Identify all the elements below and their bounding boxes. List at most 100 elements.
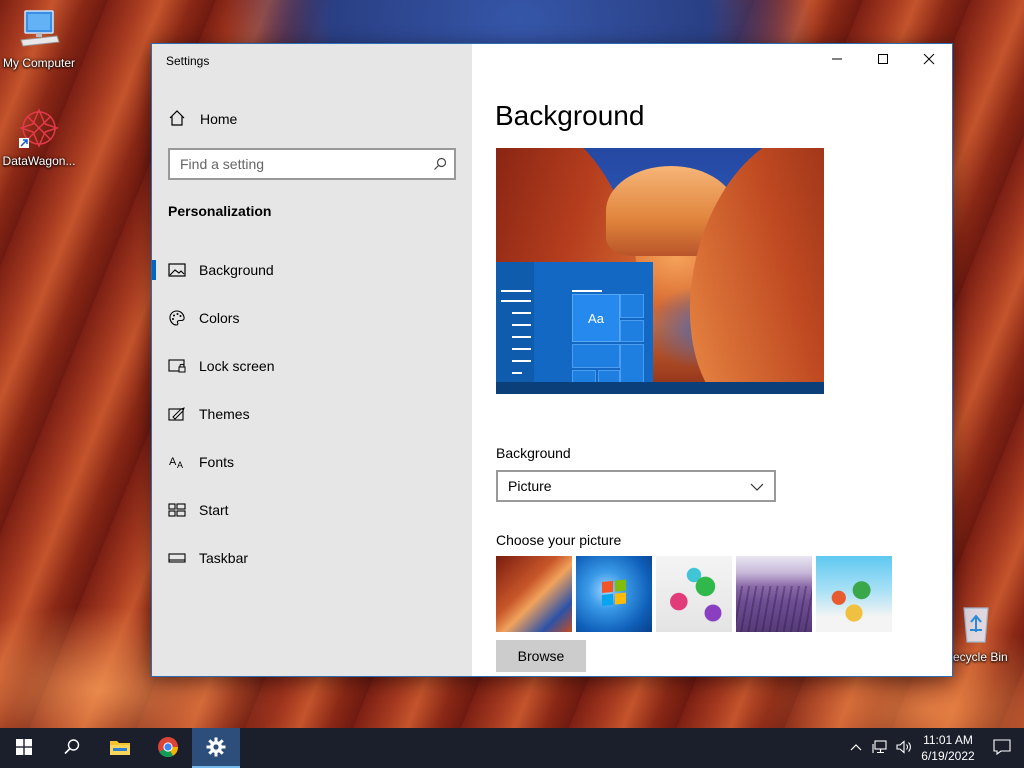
taskbar-file-explorer[interactable] (96, 728, 144, 768)
nav-item-colors[interactable]: Colors (152, 298, 472, 338)
search-box[interactable] (168, 148, 456, 180)
background-type-dropdown[interactable]: Picture (496, 470, 776, 502)
maximize-button[interactable] (860, 44, 906, 76)
dropdown-selected-value: Picture (508, 478, 552, 494)
nav-item-taskbar[interactable]: Taskbar (152, 538, 472, 578)
start-icon (168, 501, 186, 519)
taskbar-settings[interactable] (192, 728, 240, 768)
clock-date: 6/19/2022 (921, 749, 975, 763)
home-icon (168, 109, 186, 130)
taskbar: 11:01 AM 6/19/2022 (0, 728, 1024, 768)
close-icon (923, 52, 935, 68)
picture-icon (168, 261, 186, 279)
computer-icon (17, 8, 61, 52)
window-caption-buttons (814, 44, 952, 76)
preview-menu-line (501, 290, 531, 292)
windows-logo-icon (602, 579, 626, 606)
preview-menu-line (501, 300, 531, 302)
windows-start-icon (16, 738, 32, 758)
close-button[interactable] (906, 44, 952, 76)
preview-menu-line (512, 324, 531, 326)
nav-item-label: Start (199, 502, 229, 518)
preview-menu-line (572, 290, 602, 292)
taskbar-clock[interactable]: 11:01 AM 6/19/2022 (916, 732, 980, 764)
network-button[interactable] (868, 728, 892, 768)
datawagon-logo-icon (17, 106, 61, 150)
chrome-icon (157, 736, 179, 761)
preview-menu-line (512, 336, 531, 338)
preview-menu-line (512, 372, 522, 374)
search-icon (63, 738, 81, 759)
preview-menu-line (512, 348, 531, 350)
search-icon[interactable] (426, 157, 454, 171)
nav-item-label: Background (199, 262, 274, 278)
system-tray: 11:01 AM 6/19/2022 (844, 728, 1024, 768)
volume-button[interactable] (892, 728, 916, 768)
folder-icon (109, 738, 131, 759)
settings-window: Settings Home Personalization Background (151, 43, 953, 677)
settings-content-pane: Background Aa Background Picture Choose … (472, 44, 952, 676)
choose-picture-label: Choose your picture (496, 532, 622, 548)
fonts-icon: AA (168, 453, 186, 471)
nav-home-label: Home (200, 111, 238, 127)
recycle-bin-icon (954, 602, 998, 646)
nav-item-label: Themes (199, 406, 250, 422)
desktop-preview: Aa (496, 148, 824, 394)
preview-tile-aa: Aa (572, 294, 620, 342)
nav-item-background[interactable]: Background (152, 250, 472, 290)
nav-item-label: Taskbar (199, 550, 249, 566)
preview-taskbar (496, 382, 824, 394)
preview-menu-line (512, 360, 531, 362)
start-button[interactable] (0, 728, 48, 768)
desktop-icon-label: My Computer (2, 56, 76, 70)
minimize-icon (831, 52, 843, 68)
notification-icon (993, 738, 1011, 758)
taskbar-icon (168, 549, 186, 567)
preview-start-column (496, 262, 534, 394)
gear-icon (206, 737, 226, 760)
picture-thumbnail[interactable] (736, 556, 812, 632)
browse-button[interactable]: Browse (496, 640, 586, 672)
network-icon (872, 739, 888, 757)
desktop-icon-my-computer[interactable]: My Computer (0, 8, 81, 70)
background-type-label: Background (496, 445, 571, 461)
nav-item-start[interactable]: Start (152, 490, 472, 530)
preview-tile (572, 344, 620, 368)
nav-item-fonts[interactable]: AA Fonts (152, 442, 472, 482)
settings-nav-pane: Settings Home Personalization Background (152, 44, 472, 676)
chevron-down-icon (750, 480, 764, 496)
nav-item-label: Lock screen (199, 358, 275, 374)
taskbar-search-button[interactable] (48, 728, 96, 768)
preview-tile (620, 294, 644, 318)
picture-thumbnail[interactable] (816, 556, 892, 632)
nav-item-lock-screen[interactable]: Lock screen (152, 346, 472, 386)
action-center-button[interactable] (980, 728, 1024, 768)
clock-time: 11:01 AM (923, 733, 973, 747)
taskbar-chrome[interactable] (144, 728, 192, 768)
maximize-icon (877, 52, 889, 68)
minimize-button[interactable] (814, 44, 860, 76)
picture-thumbnail[interactable] (576, 556, 652, 632)
picture-thumbnail[interactable] (496, 556, 572, 632)
lock-screen-icon (168, 357, 186, 375)
svg-text:A: A (169, 456, 177, 468)
picture-thumbnails (496, 556, 892, 632)
nav-home[interactable]: Home (168, 108, 237, 130)
nav-item-themes[interactable]: Themes (152, 394, 472, 434)
chevron-up-icon (850, 740, 862, 756)
picture-thumbnail[interactable] (656, 556, 732, 632)
preview-menu-line (512, 312, 531, 314)
speaker-icon (896, 739, 912, 757)
section-title: Personalization (168, 203, 272, 219)
themes-icon (168, 405, 186, 423)
svg-text:A: A (177, 460, 183, 470)
preview-tile (620, 320, 644, 342)
window-title: Settings (166, 54, 210, 68)
nav-item-label: Fonts (199, 454, 235, 470)
page-title: Background (495, 100, 645, 131)
nav-item-label: Colors (199, 310, 240, 326)
preview-start-menu: Aa (496, 262, 653, 394)
search-input[interactable] (170, 156, 426, 172)
show-hidden-icons-button[interactable] (844, 728, 868, 768)
desktop-icon-datawagon[interactable]: DataWagon... (0, 106, 81, 168)
